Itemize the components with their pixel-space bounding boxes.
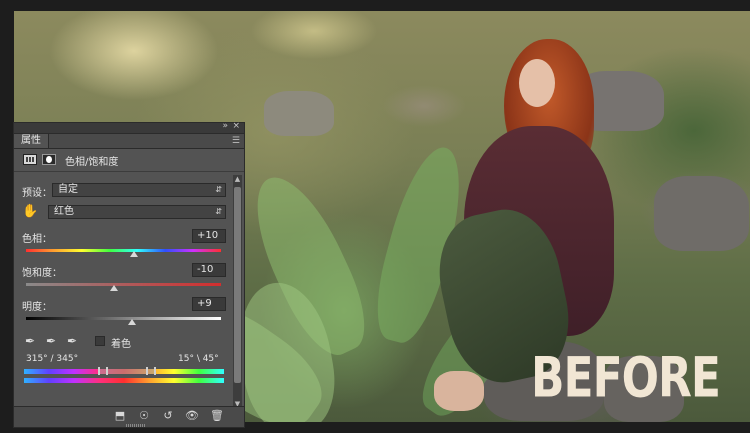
select-arrows-icon: ⇵ [215, 207, 222, 216]
scroll-thumb[interactable] [234, 187, 241, 383]
layer-mask-icon[interactable] [42, 154, 56, 165]
panel-menu-icon[interactable]: ☰ [232, 136, 240, 146]
tab-properties[interactable]: 属性 [14, 134, 49, 148]
hue-slider-knob[interactable] [130, 251, 139, 257]
preset-select[interactable]: 自定 ⇵ [52, 183, 226, 197]
colorize-label: 着色 [111, 339, 131, 350]
preset-value: 自定 [58, 184, 78, 195]
double-chevron-icon[interactable]: » [222, 121, 228, 131]
range-marker[interactable] [98, 367, 100, 375]
eyedropper-row: ✒ ✒ ✒ 着色 [22, 334, 232, 350]
range-left-label: 315° / 345° [26, 354, 79, 364]
clip-to-layer-icon[interactable]: ⬒ [112, 409, 128, 422]
saturation-input[interactable]: -10 [192, 263, 226, 277]
preset-label: 预设： [22, 188, 52, 199]
lightness-label: 明度： [22, 302, 52, 313]
rock [654, 176, 749, 251]
visibility-icon[interactable]: 👁 [184, 409, 200, 422]
properties-panel: » × 属性 ☰ 色相/饱和度 ▲ ▼ 预设： 自定 ⇵ ✋ 红色 ⇵ 色相： … [13, 121, 245, 428]
range-marker[interactable] [106, 367, 108, 375]
before-label: BEFORE [531, 346, 721, 410]
hue-label: 色相： [22, 234, 52, 245]
adjustment-header: 色相/饱和度 [14, 149, 244, 172]
trash-icon[interactable]: 🗑 [209, 409, 225, 422]
range-marker[interactable] [146, 367, 148, 375]
select-arrows-icon: ⇵ [215, 185, 222, 194]
colorize-checkbox[interactable] [95, 336, 105, 346]
hand-icon[interactable]: ✋ [22, 204, 38, 219]
saturation-label: 饱和度： [22, 268, 62, 279]
saturation-slider-track[interactable] [26, 283, 221, 286]
panel-scrollbar[interactable]: ▲ ▼ [233, 175, 242, 409]
resize-grip[interactable] [126, 424, 146, 427]
hue-slider-track[interactable] [26, 249, 221, 252]
channel-select[interactable]: 红色 ⇵ [48, 205, 226, 219]
lightness-slider-track[interactable] [26, 317, 221, 320]
close-icon[interactable]: × [232, 121, 240, 131]
subject-foot [434, 371, 484, 411]
eyedropper-icon[interactable]: ✒ [25, 334, 35, 348]
view-previous-icon[interactable]: ☉ [136, 409, 152, 422]
hue-saturation-adjustment-icon[interactable] [23, 154, 37, 165]
lightness-slider-knob[interactable] [128, 319, 137, 325]
saturation-slider-knob[interactable] [109, 285, 118, 291]
eyedropper-minus-icon[interactable]: ✒ [67, 334, 77, 348]
hue-input[interactable]: +10 [192, 229, 226, 243]
panel-title-strip: » × [14, 121, 244, 134]
rock [264, 91, 334, 136]
channel-value: 红色 [54, 206, 74, 217]
range-marker[interactable] [154, 367, 156, 375]
lightness-input[interactable]: +9 [192, 297, 226, 311]
eyedropper-plus-icon[interactable]: ✒ [46, 334, 56, 348]
scroll-up-icon[interactable]: ▲ [233, 175, 242, 184]
adjustment-title: 色相/饱和度 [65, 157, 119, 168]
panel-tab-bar: 属性 ☰ [14, 134, 244, 149]
subject-face [519, 59, 555, 107]
reset-icon[interactable]: ↺ [160, 409, 176, 422]
panel-footer: ⬒ ☉ ↺ 👁 🗑 [14, 406, 244, 427]
range-right-label: 15° \ 45° [178, 354, 219, 364]
color-range-bar-bottom [24, 378, 224, 383]
